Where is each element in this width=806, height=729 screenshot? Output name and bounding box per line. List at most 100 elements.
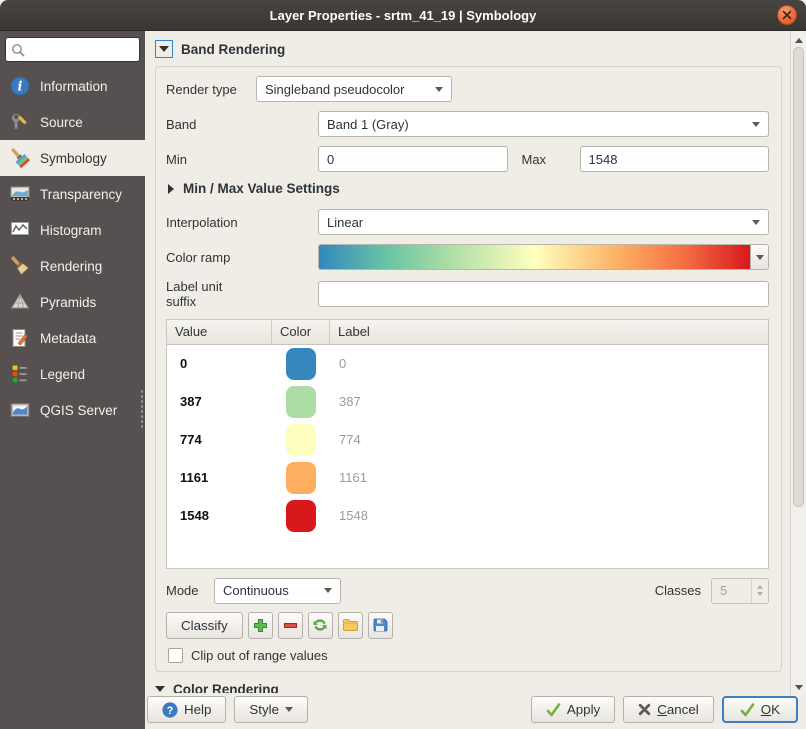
clip-out-of-range-checkbox[interactable]: [168, 648, 183, 663]
column-header-value[interactable]: Value: [167, 320, 272, 344]
table-row[interactable]: 1548 1548: [167, 497, 768, 535]
sidebar-item-label: QGIS Server: [40, 403, 117, 418]
ok-button[interactable]: OK: [722, 696, 798, 723]
min-input[interactable]: 0: [318, 146, 508, 172]
spinner-arrows-icon[interactable]: [751, 579, 768, 603]
band-rendering-group: Render type Singleband pseudocolor Band …: [155, 66, 782, 672]
vertical-scrollbar[interactable]: [790, 31, 806, 696]
titlebar[interactable]: Layer Properties - srtm_41_19 | Symbolog…: [0, 0, 806, 31]
row-label[interactable]: 774: [330, 432, 361, 447]
band-select[interactable]: Band 1 (Gray): [318, 111, 769, 137]
legend-icon: [9, 363, 31, 385]
refresh-button[interactable]: [308, 612, 333, 639]
color-ramp-preview[interactable]: [318, 244, 750, 270]
min-label: Min: [166, 152, 318, 167]
svg-text:?: ?: [167, 705, 174, 717]
close-icon: [782, 10, 792, 20]
sidebar-item-pyramids[interactable]: Pyramids: [0, 284, 145, 320]
table-row[interactable]: 1161 1161: [167, 459, 768, 497]
dialog-button-bar: ? Help Style Apply Cancel OK: [145, 693, 806, 729]
color-swatch[interactable]: [286, 348, 316, 380]
sidebar-item-label: Legend: [40, 367, 85, 382]
color-swatch[interactable]: [286, 386, 316, 418]
chevron-down-icon: [756, 255, 764, 260]
color-ramp-control[interactable]: [318, 244, 769, 270]
rendering-icon: [9, 255, 31, 277]
scroll-down-icon[interactable]: [791, 680, 806, 694]
apply-button[interactable]: Apply: [531, 696, 615, 723]
metadata-icon: [9, 327, 31, 349]
max-value: 1548: [589, 152, 618, 167]
table-row[interactable]: 387 387: [167, 383, 768, 421]
classes-spinner[interactable]: 5: [711, 578, 769, 604]
add-button[interactable]: [248, 612, 273, 639]
scrollbar-thumb[interactable]: [793, 47, 804, 507]
search-input[interactable]: [5, 37, 140, 62]
transparency-icon: [9, 183, 31, 205]
band-rendering-collapse-button[interactable]: [155, 40, 173, 58]
chevron-down-icon: [324, 588, 332, 593]
row-value[interactable]: 387: [167, 394, 272, 409]
close-button[interactable]: [777, 5, 797, 25]
minmax-settings-collapse-button[interactable]: [168, 184, 174, 194]
color-map-table[interactable]: Value Color Label 0038738777477411611161…: [166, 319, 769, 569]
column-header-color[interactable]: Color: [272, 320, 330, 344]
interpolation-label: Interpolation: [166, 215, 318, 230]
folder-button[interactable]: [338, 612, 363, 639]
color-ramp-dropdown-button[interactable]: [750, 244, 769, 270]
apply-check-icon: [546, 703, 561, 717]
color-swatch[interactable]: [286, 424, 316, 456]
save-icon: [372, 617, 388, 633]
sidebar-item-source[interactable]: Source: [0, 104, 145, 140]
row-label[interactable]: 0: [330, 356, 346, 371]
splitter-handle[interactable]: [140, 389, 144, 429]
mode-label: Mode: [166, 583, 214, 598]
cancel-button[interactable]: Cancel: [623, 696, 714, 723]
color-swatch[interactable]: [286, 500, 316, 532]
symbology-page: Band Rendering Render type Singleband ps…: [145, 31, 806, 729]
row-value[interactable]: 0: [167, 356, 272, 371]
band-value: Band 1 (Gray): [327, 117, 409, 132]
remove-button[interactable]: [278, 612, 303, 639]
row-value[interactable]: 774: [167, 432, 272, 447]
render-type-select[interactable]: Singleband pseudocolor: [256, 76, 452, 102]
sidebar-item-label: Symbology: [40, 151, 107, 166]
sidebar-item-metadata[interactable]: Metadata: [0, 320, 145, 356]
row-value[interactable]: 1548: [167, 508, 272, 523]
sidebar-item-histogram[interactable]: Histogram: [0, 212, 145, 248]
color-swatch[interactable]: [286, 462, 316, 494]
sidebar-item-legend[interactable]: Legend: [0, 356, 145, 392]
band-label: Band: [166, 117, 318, 132]
help-icon: ?: [162, 702, 178, 718]
style-button[interactable]: Style: [234, 696, 308, 723]
help-button[interactable]: ? Help: [147, 696, 226, 723]
table-row[interactable]: 00: [167, 345, 768, 383]
interpolation-select[interactable]: Linear: [318, 209, 769, 235]
mode-select[interactable]: Continuous: [214, 578, 341, 604]
window-title: Layer Properties - srtm_41_19 | Symbolog…: [270, 8, 537, 23]
color-rendering-collapse-button[interactable]: [155, 686, 165, 692]
label-unit-suffix-input[interactable]: [318, 281, 769, 307]
classify-button[interactable]: Classify: [166, 612, 243, 639]
column-header-label[interactable]: Label: [330, 320, 768, 344]
sidebar-item-rendering[interactable]: Rendering: [0, 248, 145, 284]
scroll-up-icon[interactable]: [791, 33, 806, 47]
source-icon: [9, 111, 31, 133]
color-map-header: Value Color Label: [167, 320, 768, 345]
info-icon: i: [9, 75, 31, 97]
sidebar-item-information[interactable]: iInformation: [0, 68, 145, 104]
row-label[interactable]: 387: [330, 394, 361, 409]
sidebar-item-label: Transparency: [40, 187, 122, 202]
row-label[interactable]: 1161: [330, 470, 367, 485]
sidebar-item-qgis-server[interactable]: QGIS Server: [0, 392, 145, 428]
row-color-cell: [272, 462, 330, 494]
row-value[interactable]: 1161: [167, 470, 272, 485]
sidebar-item-symbology[interactable]: Symbology: [0, 140, 145, 176]
color-map-body: 003873877747741161116115481548: [167, 345, 768, 535]
pyramids-icon: [9, 291, 31, 313]
max-input[interactable]: 1548: [580, 146, 770, 172]
row-label[interactable]: 1548: [330, 508, 368, 523]
table-row[interactable]: 774 774: [167, 421, 768, 459]
sidebar-item-transparency[interactable]: Transparency: [0, 176, 145, 212]
save-button[interactable]: [368, 612, 393, 639]
